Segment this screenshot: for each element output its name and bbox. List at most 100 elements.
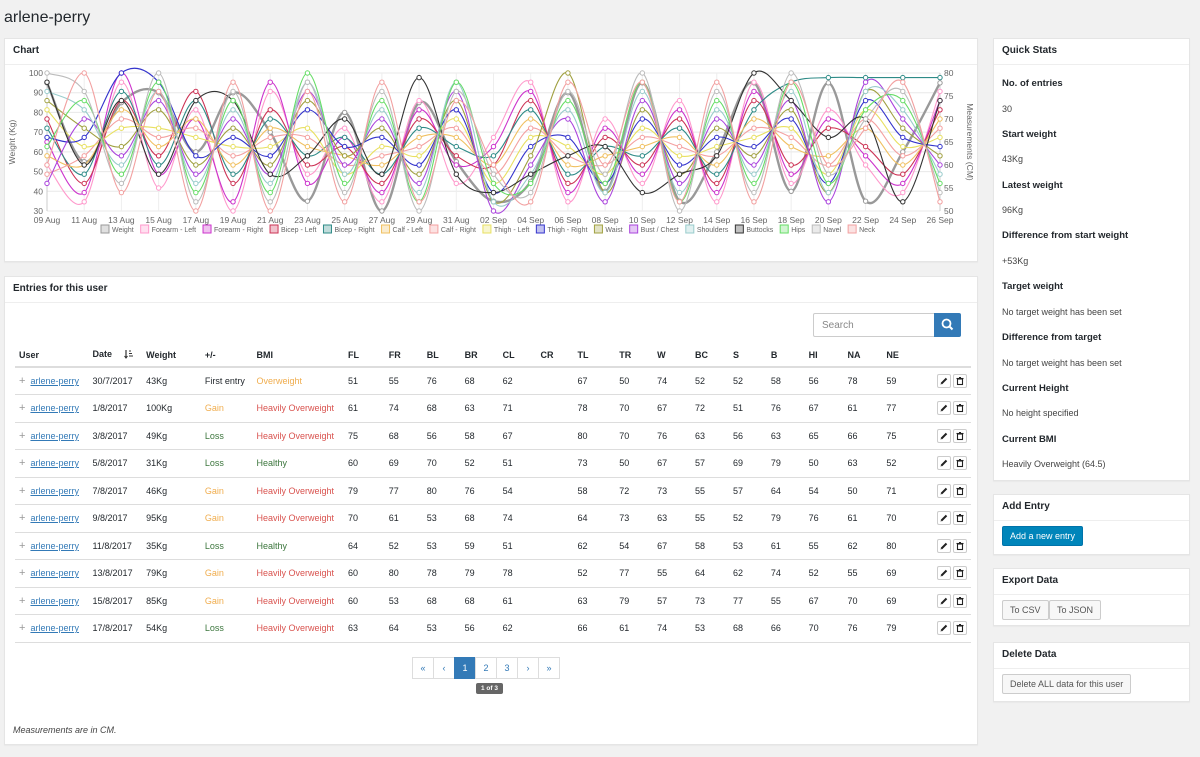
- user-link[interactable]: arlene-perry: [30, 596, 79, 606]
- column-header-cl[interactable]: CL: [498, 343, 537, 368]
- change-value: Gain: [204, 568, 224, 579]
- data-point: [639, 70, 646, 76]
- column-header-tr[interactable]: TR: [615, 343, 654, 368]
- export-json-button[interactable]: To JSON: [1049, 600, 1102, 620]
- expand-row-icon[interactable]: +: [19, 567, 25, 579]
- user-link[interactable]: arlene-perry: [30, 623, 79, 633]
- column-header-bc[interactable]: BC: [691, 343, 729, 368]
- column-header-user[interactable]: User: [15, 343, 89, 368]
- expand-row-icon[interactable]: +: [19, 402, 25, 414]
- column-header-hi[interactable]: HI: [804, 343, 844, 368]
- page-first-button[interactable]: «: [412, 657, 434, 679]
- column-header-na[interactable]: NA: [843, 343, 883, 368]
- edit-entry-button[interactable]: [937, 428, 951, 443]
- page-last-button[interactable]: »: [538, 657, 560, 679]
- edit-entry-button[interactable]: [937, 374, 951, 388]
- edit-entry-button[interactable]: [937, 621, 951, 636]
- column-header-s[interactable]: S: [728, 343, 767, 368]
- stat-value: Heavily Overweight (64.5): [1002, 459, 1106, 470]
- edit-entry-button[interactable]: [937, 483, 951, 498]
- search-input[interactable]: [813, 313, 937, 337]
- cell-cr: [536, 394, 574, 423]
- user-link[interactable]: arlene-perry: [30, 513, 79, 523]
- delete-entry-button[interactable]: [953, 593, 967, 608]
- date-value: 30/7/2017: [92, 376, 133, 386]
- delete-entry-button[interactable]: [953, 401, 967, 416]
- quick-stats-heading: Quick Stats: [994, 39, 1189, 65]
- column-header-ne[interactable]: NE: [882, 343, 931, 368]
- data-point: [304, 162, 311, 168]
- delete-all-data-button[interactable]: Delete ALL data for this user: [1002, 674, 1132, 694]
- cell-b: 55: [766, 587, 805, 615]
- page-button-3[interactable]: 3: [496, 657, 518, 679]
- user-link[interactable]: arlene-perry: [30, 431, 79, 441]
- edit-entry-button[interactable]: [937, 511, 951, 526]
- edit-entry-button[interactable]: [937, 593, 951, 608]
- expand-row-icon[interactable]: +: [19, 430, 25, 442]
- data-point: [602, 125, 608, 131]
- column-header-cr[interactable]: CR: [536, 343, 574, 368]
- add-new-entry-button[interactable]: Add a new entry: [1002, 526, 1084, 546]
- column-header-label: BC: [695, 349, 709, 360]
- data-point: [602, 189, 608, 196]
- data-point: [341, 171, 348, 177]
- delete-entry-button[interactable]: [953, 483, 967, 498]
- edit-entry-button[interactable]: [937, 401, 951, 416]
- expand-row-icon[interactable]: +: [19, 622, 25, 634]
- edit-entry-button[interactable]: [937, 456, 951, 471]
- column-header-date[interactable]: Date: [88, 343, 143, 368]
- data-point: [751, 107, 757, 113]
- expand-row-icon[interactable]: +: [19, 540, 25, 552]
- delete-entry-button[interactable]: [953, 566, 967, 581]
- delete-entry-button[interactable]: [953, 538, 967, 553]
- user-link[interactable]: arlene-perry: [30, 376, 79, 386]
- fl-value: 63: [348, 623, 359, 634]
- page-button-1[interactable]: 1: [454, 657, 476, 679]
- user-link[interactable]: arlene-perry: [30, 486, 79, 496]
- data-point: [341, 153, 348, 159]
- page-button-2[interactable]: 2: [475, 657, 497, 679]
- s-value: 53: [732, 540, 743, 551]
- delete-entry-button[interactable]: [953, 428, 967, 443]
- delete-entry-button[interactable]: [953, 456, 967, 471]
- column-header-w[interactable]: W: [653, 343, 692, 368]
- column-header-label: NE: [886, 349, 899, 360]
- column-header-bl[interactable]: BL: [422, 343, 461, 368]
- cell-cr: [536, 367, 574, 395]
- column-header-tl[interactable]: TL: [573, 343, 616, 368]
- data-point: [937, 97, 943, 104]
- tl-value: 62: [577, 540, 588, 551]
- column-header-fl[interactable]: FL: [344, 343, 385, 368]
- delete-entry-button[interactable]: [953, 621, 967, 636]
- edit-entry-button[interactable]: [937, 566, 951, 581]
- column-header-weight[interactable]: Weight: [142, 343, 201, 368]
- user-link[interactable]: arlene-perry: [30, 458, 79, 468]
- page-next-button[interactable]: ›: [517, 657, 539, 679]
- cell-cr: [536, 449, 574, 478]
- expand-row-icon[interactable]: +: [19, 595, 25, 607]
- expand-row-icon[interactable]: +: [19, 375, 25, 387]
- sort-ascending-icon[interactable]: [124, 349, 134, 361]
- user-link[interactable]: arlene-perry: [30, 541, 79, 551]
- expand-row-icon[interactable]: +: [19, 512, 25, 524]
- expand-row-icon[interactable]: +: [19, 485, 25, 497]
- search-button[interactable]: [934, 313, 961, 337]
- expand-row-icon[interactable]: +: [19, 457, 25, 469]
- column-header-change[interactable]: +/-: [200, 343, 253, 368]
- export-csv-button[interactable]: To CSV: [1002, 600, 1049, 620]
- user-link[interactable]: arlene-perry: [30, 568, 79, 578]
- delete-entry-button[interactable]: [953, 374, 967, 388]
- cell-bmi: Healthy: [252, 532, 345, 560]
- page-prev-button[interactable]: ‹: [433, 657, 455, 679]
- delete-entry-button[interactable]: [953, 511, 967, 526]
- user-link[interactable]: arlene-perry: [30, 403, 79, 413]
- column-header-fr[interactable]: FR: [384, 343, 423, 368]
- legend-label: Forearm - Left: [152, 227, 196, 234]
- column-header-b[interactable]: B: [766, 343, 805, 368]
- data-point: [900, 125, 906, 131]
- page-title: arlene-perry: [4, 9, 91, 26]
- column-header-br[interactable]: BR: [460, 343, 499, 368]
- cell-tl: 58: [573, 477, 616, 505]
- column-header-bmi[interactable]: BMI: [252, 343, 345, 368]
- edit-entry-button[interactable]: [937, 538, 951, 553]
